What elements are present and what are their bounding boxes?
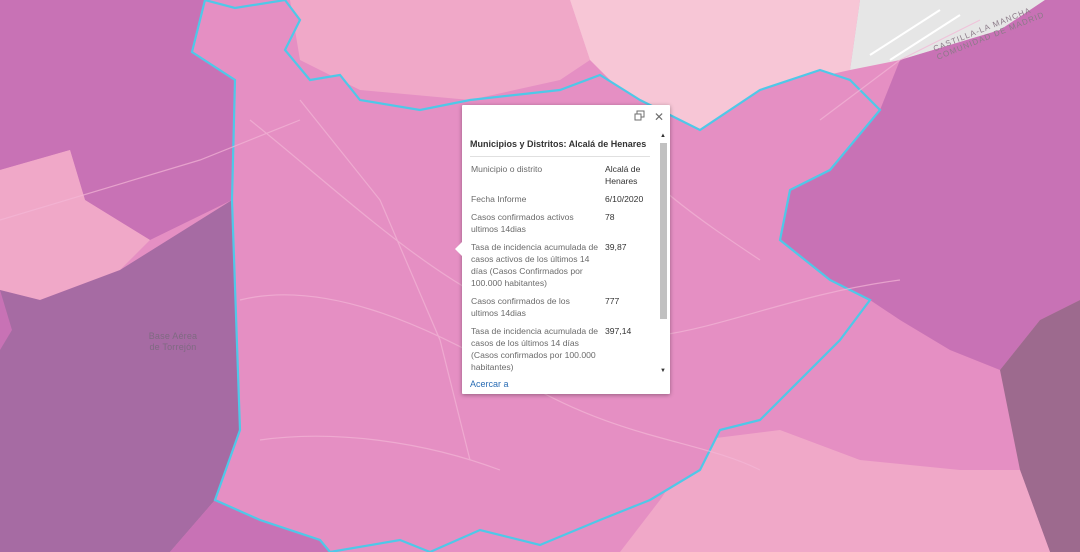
attribute-value: 39,87 bbox=[605, 242, 627, 252]
attribute-name: Municipio o distrito bbox=[471, 164, 543, 174]
dock-icon-glyph bbox=[634, 110, 644, 121]
attribute-name: Tasa de incidencia acumulada de casos ac… bbox=[471, 242, 599, 288]
attribute-value: 6/10/2020 bbox=[605, 194, 644, 204]
attribute-table: Municipio o distrito Alcalá de Henares F… bbox=[469, 160, 657, 376]
attribute-value: 777 bbox=[605, 296, 620, 306]
attribute-value: Alcalá de Henares bbox=[605, 164, 641, 186]
scroll-up-icon[interactable]: ▲ bbox=[658, 131, 668, 141]
attribute-name: Casos confirmados de los ultimos 14dias bbox=[471, 296, 570, 318]
attribute-name: Casos confirmados activos ultimos 14dias bbox=[471, 212, 574, 234]
attribute-name: Fecha Informe bbox=[471, 194, 527, 204]
attribute-row: Casos confirmados activos ultimos 14dias… bbox=[469, 208, 657, 238]
attribute-row: Municipio o distrito Alcalá de Henares bbox=[469, 160, 657, 190]
attribute-value: 397,14 bbox=[605, 326, 632, 336]
attribute-row: Tasa de incidencia acumulada de casos ac… bbox=[469, 238, 657, 292]
popup-pointer bbox=[455, 242, 462, 256]
popup-footer: Acercar a bbox=[470, 379, 509, 389]
popup-scrollbar[interactable]: ▲ ▼ bbox=[658, 131, 668, 376]
map-canvas[interactable]: Base Aérea de Torrejón CASTILLA-LA MANCH… bbox=[0, 0, 1080, 552]
feature-popup: ✕ Municipios y Distritos: Alcalá de Hena… bbox=[455, 105, 670, 394]
base-aerea-label: Base Aérea de Torrejón bbox=[148, 331, 198, 352]
close-icon[interactable]: ✕ bbox=[652, 110, 666, 124]
popup-content: Municipios y Distritos: Alcalá de Henare… bbox=[462, 131, 658, 376]
attribute-row: Fecha Informe 6/10/2020 bbox=[469, 190, 657, 208]
attribute-row: Casos confirmados de los ultimos 14dias … bbox=[469, 292, 657, 322]
attribute-row: Tasa de incidencia acumulada de casos de… bbox=[469, 322, 657, 376]
attribute-value: 78 bbox=[605, 212, 615, 222]
attribute-name: Tasa de incidencia acumulada de casos de… bbox=[471, 326, 599, 372]
zoom-to-link[interactable]: Acercar a bbox=[470, 379, 509, 389]
popup-title: Municipios y Distritos: Alcalá de Henare… bbox=[470, 139, 650, 157]
dock-icon[interactable] bbox=[632, 110, 646, 124]
popup-header: ✕ bbox=[462, 105, 670, 129]
scroll-thumb[interactable] bbox=[660, 143, 667, 319]
scroll-down-icon[interactable]: ▼ bbox=[658, 366, 668, 376]
